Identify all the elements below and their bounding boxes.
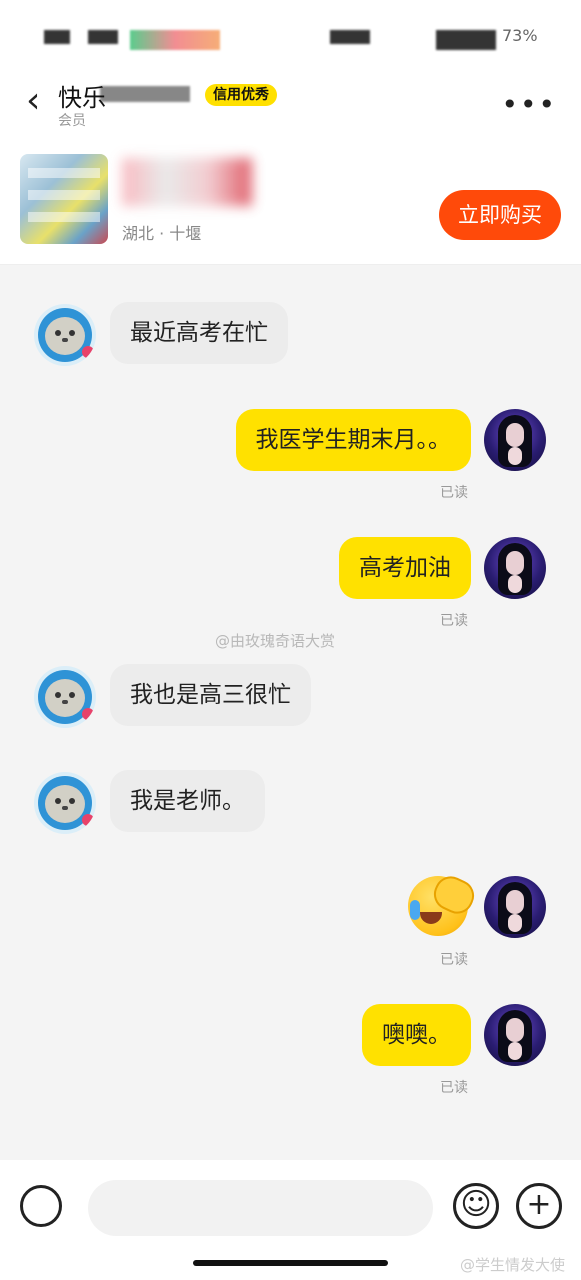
voice-button[interactable]	[20, 1185, 62, 1227]
message-bubble-right[interactable]: 高考加油	[339, 537, 471, 599]
plus-button[interactable]: +	[516, 1183, 562, 1229]
product-thumbnail[interactable]	[20, 154, 108, 244]
status-blur	[330, 30, 370, 44]
battery-label: 73%	[502, 26, 538, 45]
message-bubble-left[interactable]: 我也是高三很忙	[110, 664, 311, 726]
status-bar: 73%	[0, 0, 581, 70]
message-input[interactable]	[88, 1180, 433, 1236]
seller-avatar[interactable]	[34, 772, 96, 834]
back-button[interactable]: ‹	[26, 80, 40, 121]
status-blur	[130, 30, 220, 50]
read-receipt: 已读	[440, 613, 468, 629]
seller-avatar[interactable]	[34, 666, 96, 728]
user-avatar[interactable]	[484, 876, 546, 938]
read-receipt: 已读	[440, 485, 468, 501]
product-card[interactable]: 湖北 · 十堰 立即购买	[0, 140, 581, 265]
credit-badge: 信用优秀	[205, 84, 277, 106]
weibo-watermark: @由玫瑰奇语大赏	[215, 632, 336, 650]
message-bubble-right[interactable]: 我医学生期末月。。	[235, 409, 471, 471]
message-bubble-left[interactable]: 我是老师。	[110, 770, 265, 832]
weibo-watermark: @学生情发大使	[460, 1256, 566, 1274]
chat-header: ‹ 快乐 信用优秀 会员 •••	[0, 70, 581, 140]
message-bubble-left[interactable]: 最近高考在忙	[110, 302, 288, 364]
read-receipt: 已读	[440, 1080, 468, 1096]
chat-subtitle: 会员	[58, 113, 86, 129]
status-blur	[88, 30, 118, 44]
status-blur	[44, 30, 70, 44]
product-title-blur	[122, 158, 252, 206]
emoji-button[interactable]: ☺	[453, 1183, 499, 1229]
buy-now-button[interactable]: 立即购买	[439, 190, 561, 240]
user-avatar[interactable]	[484, 537, 546, 599]
status-blur	[436, 30, 496, 50]
product-location: 湖北 · 十堰	[122, 224, 202, 243]
seller-avatar[interactable]	[34, 304, 96, 366]
home-indicator[interactable]	[193, 1260, 388, 1266]
face-palm-crying-emoji[interactable]	[408, 871, 480, 936]
message-bubble-right[interactable]: 噢噢。	[362, 1004, 471, 1066]
user-avatar[interactable]	[484, 409, 546, 471]
title-blur	[100, 86, 190, 102]
more-options-button[interactable]: •••	[501, 88, 557, 121]
read-receipt: 已读	[440, 952, 468, 968]
chat-title: 快乐	[58, 84, 106, 112]
user-avatar[interactable]	[484, 1004, 546, 1066]
